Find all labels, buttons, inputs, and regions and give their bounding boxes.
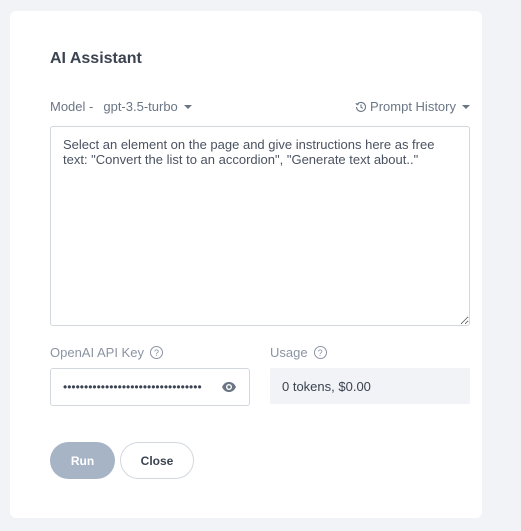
model-selector[interactable]: Model - gpt-3.5-turbo bbox=[50, 99, 192, 114]
ai-assistant-dialog: AI Assistant Model - gpt-3.5-turbo Promp… bbox=[10, 11, 482, 518]
usage-value: 0 tokens, $0.00 bbox=[282, 378, 371, 394]
api-key-label: OpenAI API Key bbox=[50, 345, 144, 360]
api-key-label-row: OpenAI API Key ? bbox=[50, 345, 163, 360]
api-key-input[interactable] bbox=[63, 380, 223, 394]
usage-display: 0 tokens, $0.00 bbox=[270, 368, 470, 404]
run-button[interactable]: Run bbox=[50, 442, 115, 479]
eye-icon[interactable] bbox=[221, 381, 237, 393]
prompt-history-button[interactable]: Prompt History bbox=[355, 99, 470, 114]
dialog-title: AI Assistant bbox=[50, 50, 142, 67]
close-button[interactable]: Close bbox=[120, 442, 194, 479]
model-value: gpt-3.5-turbo bbox=[103, 99, 178, 114]
prompt-input[interactable] bbox=[50, 126, 470, 326]
chevron-down-icon bbox=[462, 104, 470, 109]
api-key-field bbox=[50, 368, 250, 406]
help-icon[interactable]: ? bbox=[313, 346, 327, 359]
prompt-history-label: Prompt History bbox=[370, 99, 456, 114]
help-icon[interactable]: ? bbox=[149, 346, 163, 359]
history-icon bbox=[355, 101, 367, 112]
chevron-down-icon bbox=[183, 104, 192, 109]
usage-label: Usage bbox=[270, 345, 308, 360]
usage-label-row: Usage ? bbox=[270, 345, 327, 360]
model-label: Model - bbox=[50, 99, 94, 114]
